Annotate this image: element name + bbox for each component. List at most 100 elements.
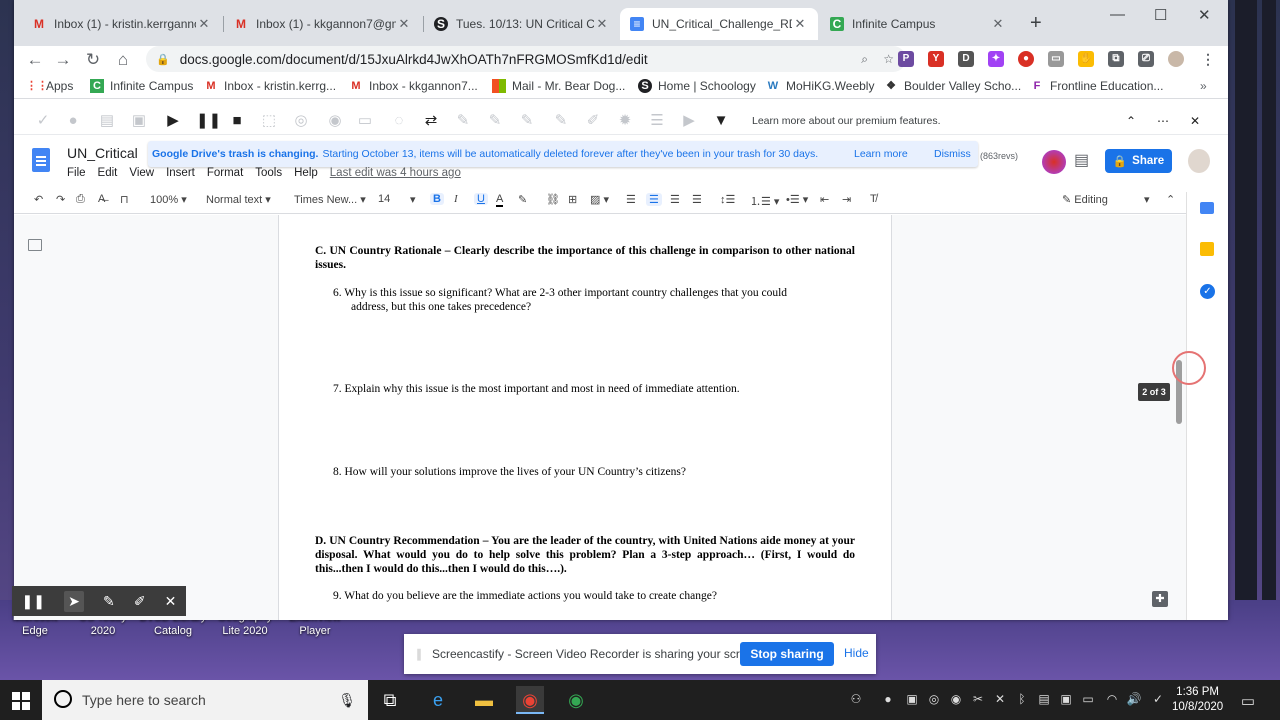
comment-icon[interactable]: ▤ bbox=[1074, 150, 1089, 170]
tray-icon[interactable]: ▣ bbox=[1058, 692, 1074, 708]
bookmark-apps[interactable]: ⋮⋮ Apps bbox=[26, 79, 73, 93]
bookmark-schoology[interactable]: S Home | Schoology bbox=[638, 79, 756, 93]
audio-maker-icon[interactable]: ◎ bbox=[292, 112, 310, 130]
picture-dictionary-icon[interactable]: ▣ bbox=[130, 112, 148, 130]
maximize-icon[interactable]: ☐ bbox=[1154, 6, 1167, 24]
pause-icon[interactable]: ❚❚ bbox=[196, 112, 221, 130]
back-icon[interactable]: ← bbox=[20, 50, 50, 70]
stop-sharing-button[interactable]: Stop sharing bbox=[740, 642, 834, 666]
tab-infinite-campus[interactable]: C Infinite Campus ✕ bbox=[820, 8, 1016, 40]
home-icon[interactable]: ⌂ bbox=[108, 50, 138, 70]
more-icon[interactable]: ⋯ bbox=[1154, 112, 1172, 130]
italic-icon[interactable]: I bbox=[454, 193, 458, 205]
spellcheck-icon[interactable]: A̶ bbox=[98, 193, 105, 205]
minimize-icon[interactable]: — bbox=[1110, 6, 1125, 23]
clock[interactable]: 1:36 PM 10/8/2020 bbox=[1172, 685, 1223, 715]
check-icon[interactable]: ✓ bbox=[34, 112, 52, 130]
dismiss-button[interactable]: Dismiss bbox=[934, 148, 971, 160]
extension-icon[interactable]: ▭ bbox=[1048, 51, 1064, 67]
align-right-icon[interactable]: ☰ bbox=[670, 193, 680, 206]
close-icon[interactable]: ✕ bbox=[594, 16, 610, 32]
bookmark-frontline[interactable]: F Frontline Education... bbox=[1030, 79, 1164, 93]
highlight-color-icon[interactable]: ✎ bbox=[518, 193, 527, 206]
voice-note-icon[interactable]: ▶ bbox=[680, 112, 698, 130]
taskbar-search-box[interactable]: Type here to search 🎙 bbox=[42, 680, 368, 720]
font-size-dropdown-icon[interactable]: ▾ bbox=[410, 193, 416, 206]
bookmark-infinite-campus[interactable]: C Infinite Campus bbox=[90, 79, 193, 93]
pointer-icon[interactable]: ➤ bbox=[64, 590, 84, 612]
close-icon[interactable]: ✕ bbox=[792, 16, 808, 32]
extension-icon[interactable]: Y bbox=[928, 51, 944, 67]
text-color-icon[interactable]: A bbox=[496, 193, 504, 207]
bold-icon[interactable]: B bbox=[430, 193, 444, 205]
vocabulary-icon[interactable]: ☰ bbox=[648, 112, 666, 130]
task-view-icon[interactable]: ⧉ bbox=[376, 686, 404, 714]
tab-un-critical-doc[interactable]: ≡ UN_Critical_Challenge_RD_P ✕ bbox=[620, 8, 818, 40]
shuffle-icon[interactable]: ⇄ bbox=[422, 112, 440, 130]
tray-icon[interactable]: ✕ bbox=[992, 692, 1008, 708]
link-icon[interactable]: ⛓ bbox=[546, 193, 560, 206]
forward-icon[interactable]: → bbox=[48, 50, 78, 70]
talk-translate-icon[interactable]: ◌ bbox=[390, 112, 408, 130]
learn-more-link[interactable]: Learn more bbox=[854, 148, 908, 160]
line-spacing-icon[interactable]: ↕☰ bbox=[720, 193, 735, 206]
briefcase-icon[interactable]: ▼ bbox=[712, 112, 730, 130]
bookmark-boulder-valley[interactable]: ❖ Boulder Valley Scho... bbox=[884, 79, 1021, 93]
chrome-icon[interactable]: ◉ bbox=[562, 686, 590, 714]
style-select[interactable]: Normal text ▾ bbox=[206, 193, 271, 206]
close-icon[interactable]: ✕ bbox=[990, 16, 1006, 32]
tasks-icon[interactable]: ✓ bbox=[1200, 284, 1215, 299]
comment-add-icon[interactable]: ⊞ bbox=[568, 193, 577, 206]
microphone-icon[interactable]: 🎙 bbox=[338, 692, 356, 709]
extension-icon[interactable]: P bbox=[898, 51, 914, 67]
justify-icon[interactable]: ☰ bbox=[692, 193, 702, 206]
print-icon[interactable]: ⎙ bbox=[76, 193, 85, 206]
menu-format[interactable]: Format bbox=[207, 167, 243, 179]
menu-view[interactable]: View bbox=[129, 167, 154, 179]
last-edit-link[interactable]: Last edit was 4 hours ago bbox=[330, 167, 461, 179]
zoom-select[interactable]: 100% ▾ bbox=[150, 193, 187, 206]
font-size-select[interactable]: 14 bbox=[378, 193, 390, 205]
clear-formatting-icon[interactable]: T̸ bbox=[870, 193, 877, 205]
close-icon[interactable]: ✕ bbox=[1186, 112, 1204, 130]
tray-icon[interactable]: ◎ bbox=[926, 692, 942, 708]
web-search-icon[interactable]: ▭ bbox=[356, 112, 374, 130]
screen-mask-icon[interactable]: ◉ bbox=[326, 112, 344, 130]
collapse-menus-icon[interactable]: ⌃ bbox=[1166, 193, 1175, 206]
premium-features-link[interactable]: Learn more about our premium features. bbox=[752, 115, 941, 127]
menu-tools[interactable]: Tools bbox=[255, 167, 282, 179]
paint-format-icon[interactable]: ⊓ bbox=[120, 193, 129, 206]
undo-icon[interactable]: ↶ bbox=[34, 193, 43, 206]
explore-icon[interactable]: ✚ bbox=[1152, 591, 1168, 607]
tab-inbox-kkgannon[interactable]: M Inbox (1) - kkgannon7@gmail ✕ bbox=[224, 8, 422, 40]
tray-icon[interactable]: ▣ bbox=[904, 692, 920, 708]
share-button[interactable]: 🔒 Share bbox=[1105, 149, 1172, 173]
sync-icon[interactable]: ✓ bbox=[1150, 692, 1166, 708]
menu-icon[interactable]: ⋮ bbox=[1200, 51, 1216, 67]
drag-handle-icon[interactable]: ∥ bbox=[416, 647, 422, 661]
file-explorer-icon[interactable]: ▬ bbox=[470, 686, 498, 714]
chrome-icon[interactable]: ◉ bbox=[516, 686, 544, 714]
document-page[interactable]: C. UN Country Rationale – Clearly descri… bbox=[278, 215, 892, 620]
more-bookmarks-icon[interactable]: » bbox=[1200, 79, 1207, 93]
search-icon[interactable]: ⌕ bbox=[861, 52, 868, 67]
bulleted-list-icon[interactable]: •☰ ▾ bbox=[786, 193, 808, 206]
align-left-icon[interactable]: ☰ bbox=[626, 193, 636, 206]
omnibox[interactable]: 🔒 docs.google.com/document/d/15JxuAlrkd4… bbox=[146, 46, 906, 72]
editing-mode-select[interactable]: ✎ Editing bbox=[1062, 193, 1108, 206]
highlight-icon[interactable]: ✎ bbox=[454, 112, 472, 130]
windows-start-icon[interactable] bbox=[12, 692, 30, 710]
docs-home-icon[interactable] bbox=[32, 148, 50, 172]
clear-highlights-icon[interactable]: ✐ bbox=[584, 112, 602, 130]
close-icon[interactable]: ✕ bbox=[165, 593, 177, 610]
microphone-tray-icon[interactable]: ● bbox=[880, 692, 896, 708]
align-center-icon[interactable]: ☰ bbox=[646, 193, 662, 206]
screenshot-reader-icon[interactable]: ⬚ bbox=[260, 112, 278, 130]
stop-icon[interactable]: ■ bbox=[228, 112, 246, 130]
star-icon[interactable]: ☆ bbox=[883, 52, 894, 66]
edge-icon[interactable]: e bbox=[424, 686, 452, 714]
extension-icon[interactable]: D bbox=[958, 51, 974, 67]
bookmark-mail-bear-dog[interactable]: Mail - Mr. Bear Dog... bbox=[492, 79, 625, 93]
document-title[interactable]: UN_Critical bbox=[67, 145, 138, 161]
profile-avatar[interactable] bbox=[1168, 51, 1184, 67]
